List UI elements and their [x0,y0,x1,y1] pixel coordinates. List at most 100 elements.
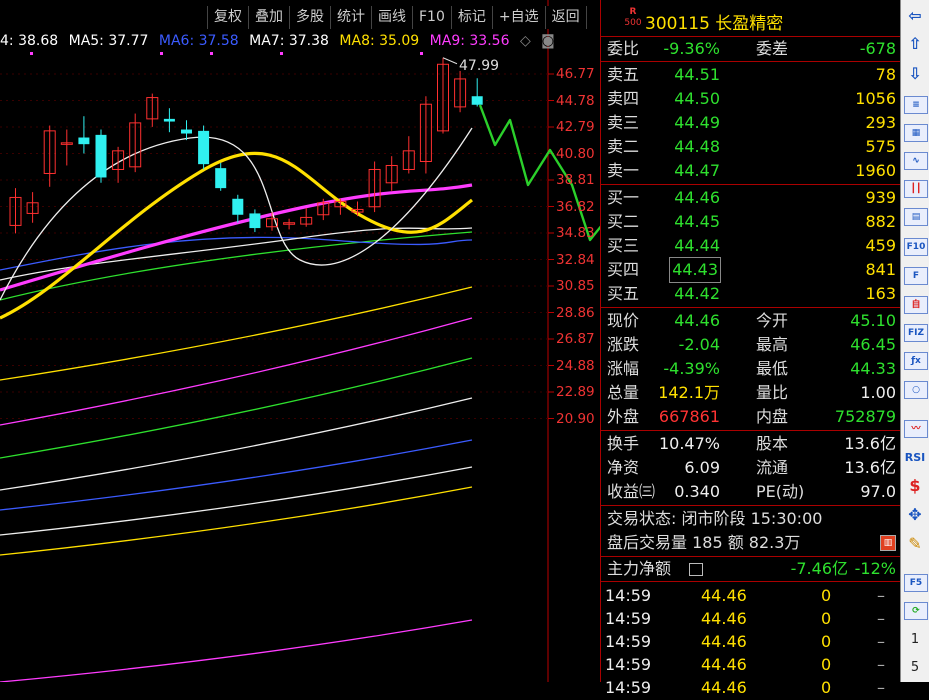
zhangfu-value: -4.39% [663,359,720,378]
buy-price: 44.46 [674,188,720,207]
toolbar-f10-button[interactable]: F10 [413,6,452,29]
buy-row[interactable]: 买一 44.46 939 [601,186,900,210]
liutong-label: 流通 [756,458,789,477]
ma-line [0,357,473,459]
toolbar-tongji-button[interactable]: 统计 [331,6,372,29]
one-icon[interactable]: 1 [904,630,926,650]
toolbar-duogu-button[interactable]: 多股 [290,6,331,29]
toolbar-fanhui-button[interactable]: 返回 [545,6,587,29]
xianjia-label: 现价 [607,311,640,330]
sell-row[interactable]: 卖一 44.47 1960 [601,159,900,183]
sell-volume: 293 [865,113,896,132]
price-tick-label: 38.81 [556,172,595,188]
toolbar-huaxian-button[interactable]: 画线 [372,6,413,29]
trade-direction: – [877,678,885,697]
f-icon[interactable]: F [904,267,928,285]
toolbar-zixuan-button[interactable]: +自选 [492,6,546,29]
trade-price: 44.46 [701,678,747,697]
trade-row: 14:59 44.46 0 – [601,584,900,608]
window-icon[interactable]: ◙ [541,33,555,49]
ma8-label: MA8: 35.09 [339,33,420,49]
trade-state-line1: 交易状态: 闭市阶段 15:30:00 [601,507,900,531]
candle-body [249,213,261,229]
circle-icon[interactable]: ○ [904,381,928,399]
trade-price: 44.46 [701,586,747,605]
jingzi-label: 净资 [607,458,640,477]
ma-line [0,231,473,301]
arrow-left-icon[interactable]: ⇦ [904,6,926,26]
bar-chart-icon[interactable]: ▥ [880,535,896,551]
arrow-up-icon[interactable]: ⇧ [904,34,926,54]
rsi-icon[interactable]: RSI [904,448,926,468]
trade-volume: 0 [821,678,832,697]
dollar-icon[interactable]: $ [904,476,926,496]
move-icon[interactable]: ✥ [904,505,926,525]
quote-block: 现价 44.46 今开 45.10 涨跌 -2.04 最高 46.45 涨幅 -4.39% 最低… [601,308,900,431]
toolbar-biaoji-button[interactable]: 标记 [451,6,493,29]
buy-volume: 459 [865,236,896,255]
fx-icon[interactable]: ƒx [904,352,928,370]
arrow-down-icon[interactable]: ⇩ [904,64,926,84]
zhangdie-value: -2.04 [678,335,720,354]
main-flow-row[interactable]: 主力净额 -7.46亿 -12% [601,557,900,582]
grid-icon[interactable]: ▦ [904,124,928,142]
five-icon[interactable]: 5 [904,658,926,678]
f5-icon[interactable]: F5 [904,574,928,592]
buy-volume: 841 [865,260,896,279]
table-icon[interactable]: ▤ [904,208,928,226]
wave-icon[interactable]: 〰 [904,420,928,438]
zhangdie-label: 涨跌 [607,335,640,354]
buy-price: 44.42 [674,284,720,303]
candle-icon[interactable]: ┃┃ [904,180,928,198]
candle-body [215,168,227,189]
price-tick-label: 24.88 [556,357,595,374]
xianjia-value: 44.46 [674,311,720,330]
buy-row[interactable]: 买三 44.44 459 [601,234,900,258]
trade-direction: – [877,586,885,605]
market-badge: R 500 [623,7,643,29]
sell-row[interactable]: 卖二 44.48 575 [601,135,900,159]
liangbi-value: 1.00 [860,383,896,402]
toolbar-diejia-button[interactable]: 叠加 [249,6,290,29]
sell-row[interactable]: 卖三 44.49 293 [601,111,900,135]
quote-row-zhangdie: 涨跌 -2.04 最高 46.45 [601,333,900,357]
list-icon[interactable]: ≡ [904,96,928,114]
trade-volume: 0 [821,655,832,674]
fundamentals-block: 换手 10.47% 股本 13.6亿 净资 6.09 流通 13.6亿 收益㈢ 0.340 PE… [601,431,900,506]
toolbar-fuquan-button[interactable]: 复权 [207,6,249,29]
self-icon[interactable]: 自 [904,296,928,314]
buy-book: 买一 44.46 939 买二 44.45 882 买三 44.44 459 买四 44.43… [601,185,900,308]
waipan-value: 667861 [658,407,720,426]
zongliang-value: 142.1万 [658,383,720,402]
chart-line-icon[interactable]: ∿ [904,152,928,170]
fiz-icon[interactable]: FIZ [904,324,928,342]
f10-icon[interactable]: F10 [904,238,928,256]
sell-row[interactable]: 卖五 44.51 78 [601,63,900,87]
trade-volume: 0 [821,586,832,605]
list-icon[interactable] [689,563,703,576]
diamond-icon[interactable]: ◇ [520,33,531,49]
candle-body [78,137,90,145]
refresh-icon[interactable]: ⟳ [904,602,928,620]
trade-row: 14:59 44.46 0 – [601,653,900,677]
weibi-label: 委比 [607,39,640,58]
huanshou-label: 换手 [607,434,640,453]
ma-line [0,619,473,682]
ma-legend: 4: 38.68 MA5: 37.77 MA6: 37.58 MA7: 37.3… [0,33,561,49]
kline-chart-svg[interactable]: 47.99 [0,0,600,682]
pen-icon[interactable]: ✎ [904,534,926,554]
sell-row[interactable]: 卖四 44.50 1056 [601,87,900,111]
ma9-label: MA9: 33.56 [429,33,510,49]
kline-chart-area[interactable]: 47.99 复权 叠加 多股 统计 画线 F10 标记 +自选 返回 4: 38… [0,0,600,682]
jingzi-value: 6.09 [684,458,720,477]
trade-time: 14:59 [605,609,652,628]
ma-line [0,466,473,536]
buy-row[interactable]: 买二 44.45 882 [601,210,900,234]
guben-value: 13.6亿 [844,434,896,453]
buy-row[interactable]: 买五 44.42 163 [601,282,900,306]
zuigao-label: 最高 [756,335,789,354]
zuigao-value: 46.45 [850,335,896,354]
buy-row[interactable]: 买四 44.43 841 [601,257,900,283]
waipan-label: 外盘 [607,407,640,426]
ma5-label: MA5: 37.77 [68,33,149,49]
